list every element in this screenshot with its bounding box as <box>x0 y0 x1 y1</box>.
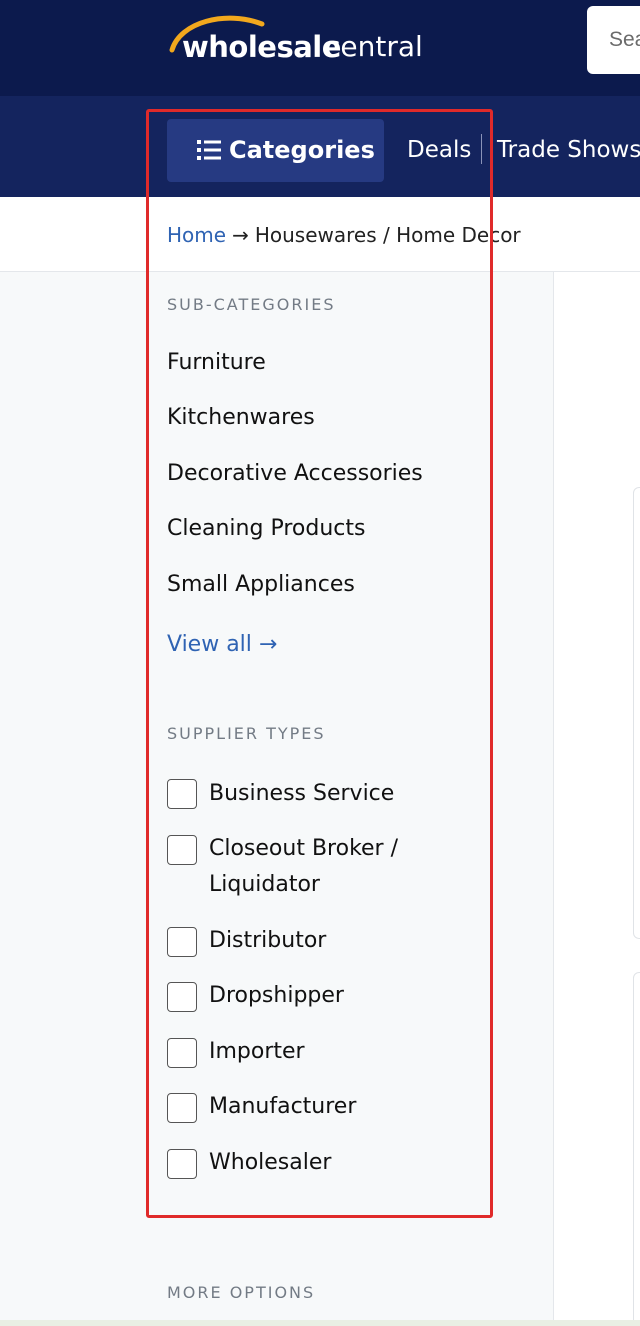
checkbox-label: Manufacturer <box>209 1094 357 1119</box>
checkbox-label: Business Service <box>209 781 395 806</box>
result-card[interactable] <box>633 487 640 939</box>
subcategory-cleaning-products[interactable]: Cleaning Products <box>167 516 365 541</box>
checkbox[interactable] <box>167 927 197 957</box>
breadcrumb-home-link[interactable]: Home <box>167 223 226 247</box>
checkbox-label: Importer <box>209 1039 305 1064</box>
subcategory-kitchenwares[interactable]: Kitchenwares <box>167 405 315 430</box>
result-card[interactable] <box>633 972 640 1326</box>
checkbox[interactable] <box>167 1149 197 1179</box>
nav-link-trade-shows[interactable]: Trade Shows <box>497 137 640 163</box>
categories-label: Categories <box>229 136 375 164</box>
main-nav: Categories Deals Trade Shows <box>0 96 640 197</box>
checkbox[interactable] <box>167 1093 197 1123</box>
nav-link-deals[interactable]: Deals <box>407 137 471 163</box>
list-icon <box>197 140 221 160</box>
supplier-types-heading: SUPPLIER TYPES <box>167 724 326 743</box>
results-panel <box>554 272 640 1326</box>
subcategory-furniture[interactable]: Furniture <box>167 350 266 375</box>
view-all-link[interactable]: View all → <box>167 632 277 657</box>
checkbox-label: Wholesaler <box>209 1150 332 1175</box>
subcategory-decorative-accessories[interactable]: Decorative Accessories <box>167 461 423 486</box>
bottom-edge <box>0 1320 640 1326</box>
checkbox[interactable] <box>167 982 197 1012</box>
categories-button[interactable]: Categories <box>167 119 384 182</box>
checkbox-label: Closeout Broker / <box>209 836 399 861</box>
checkbox[interactable] <box>167 1038 197 1068</box>
breadcrumb: Home → Housewares / Home Decor <box>167 223 521 247</box>
search-box[interactable] <box>587 6 640 74</box>
subcategory-small-appliances[interactable]: Small Appliances <box>167 572 355 597</box>
logo-text-light: central <box>325 30 423 63</box>
breadcrumb-bar: Home → Housewares / Home Decor <box>0 197 640 272</box>
more-options-heading: MORE OPTIONS <box>167 1283 316 1302</box>
breadcrumb-current: Housewares / Home Decor <box>254 223 521 247</box>
site-logo[interactable]: wholesale central <box>166 14 436 64</box>
panel-divider <box>553 272 554 1326</box>
checkbox-label: Distributor <box>209 928 327 953</box>
arrow-right-icon: → <box>232 223 249 247</box>
logo-text-bold: wholesale <box>182 30 341 64</box>
checkbox-label-line2: Liquidator <box>209 872 320 897</box>
subcategories-heading: SUB-CATEGORIES <box>167 295 336 314</box>
highlight-box <box>146 109 493 1218</box>
search-input[interactable] <box>609 26 640 54</box>
checkbox-label: Dropshipper <box>209 983 344 1008</box>
checkbox[interactable] <box>167 779 197 809</box>
checkbox[interactable] <box>167 835 197 865</box>
nav-divider <box>481 134 482 164</box>
top-header: wholesale central <box>0 0 640 96</box>
